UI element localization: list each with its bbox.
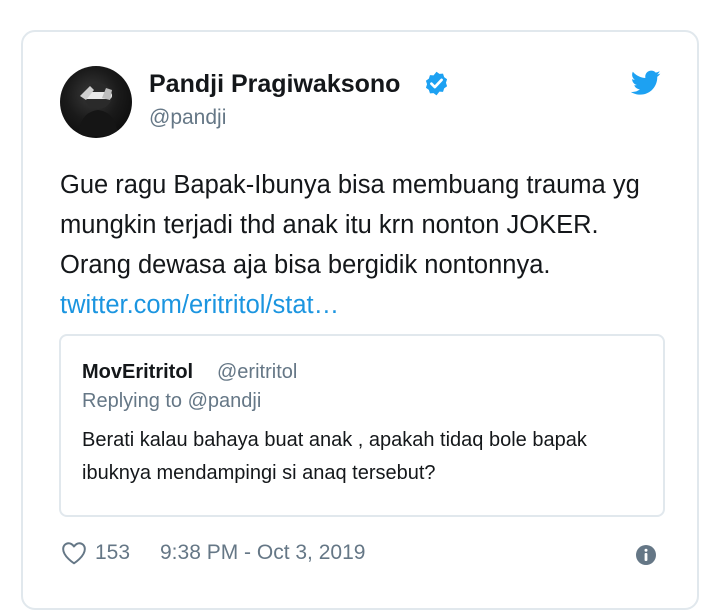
- like-count[interactable]: 153: [95, 541, 130, 565]
- avatar[interactable]: [60, 66, 132, 138]
- quoted-handle: @eritritol: [217, 361, 298, 383]
- quoted-text: Berati kalau bahaya buat anak , apakah t…: [82, 429, 587, 484]
- quoted-replying-to: Replying to @pandji: [82, 390, 262, 412]
- info-icon[interactable]: [635, 544, 657, 566]
- tweet-text: Gue ragu Bapak-Ibunya bisa membuang trau…: [60, 165, 670, 325]
- tweet-link[interactable]: twitter.com/eritritol/stat…: [60, 291, 339, 319]
- verified-badge-icon: [425, 71, 448, 96]
- quoted-display-name: MovEritritol: [82, 361, 194, 383]
- tweet-body: Gue ragu Bapak-Ibunya bisa membuang trau…: [60, 171, 640, 279]
- handle[interactable]: @pandji: [149, 106, 226, 130]
- heart-icon[interactable]: [61, 541, 87, 565]
- twitter-bird-icon[interactable]: [631, 70, 661, 96]
- display-name[interactable]: Pandji Pragiwaksono: [149, 70, 400, 99]
- tweet-card[interactable]: Pandji Pragiwaksono @pandji Gue ragu Bap…: [21, 30, 699, 610]
- timestamp[interactable]: 9:38 PM - Oct 3, 2019: [160, 541, 365, 565]
- quoted-tweet[interactable]: MovEritritol @eritritol Replying to @pan…: [59, 334, 665, 517]
